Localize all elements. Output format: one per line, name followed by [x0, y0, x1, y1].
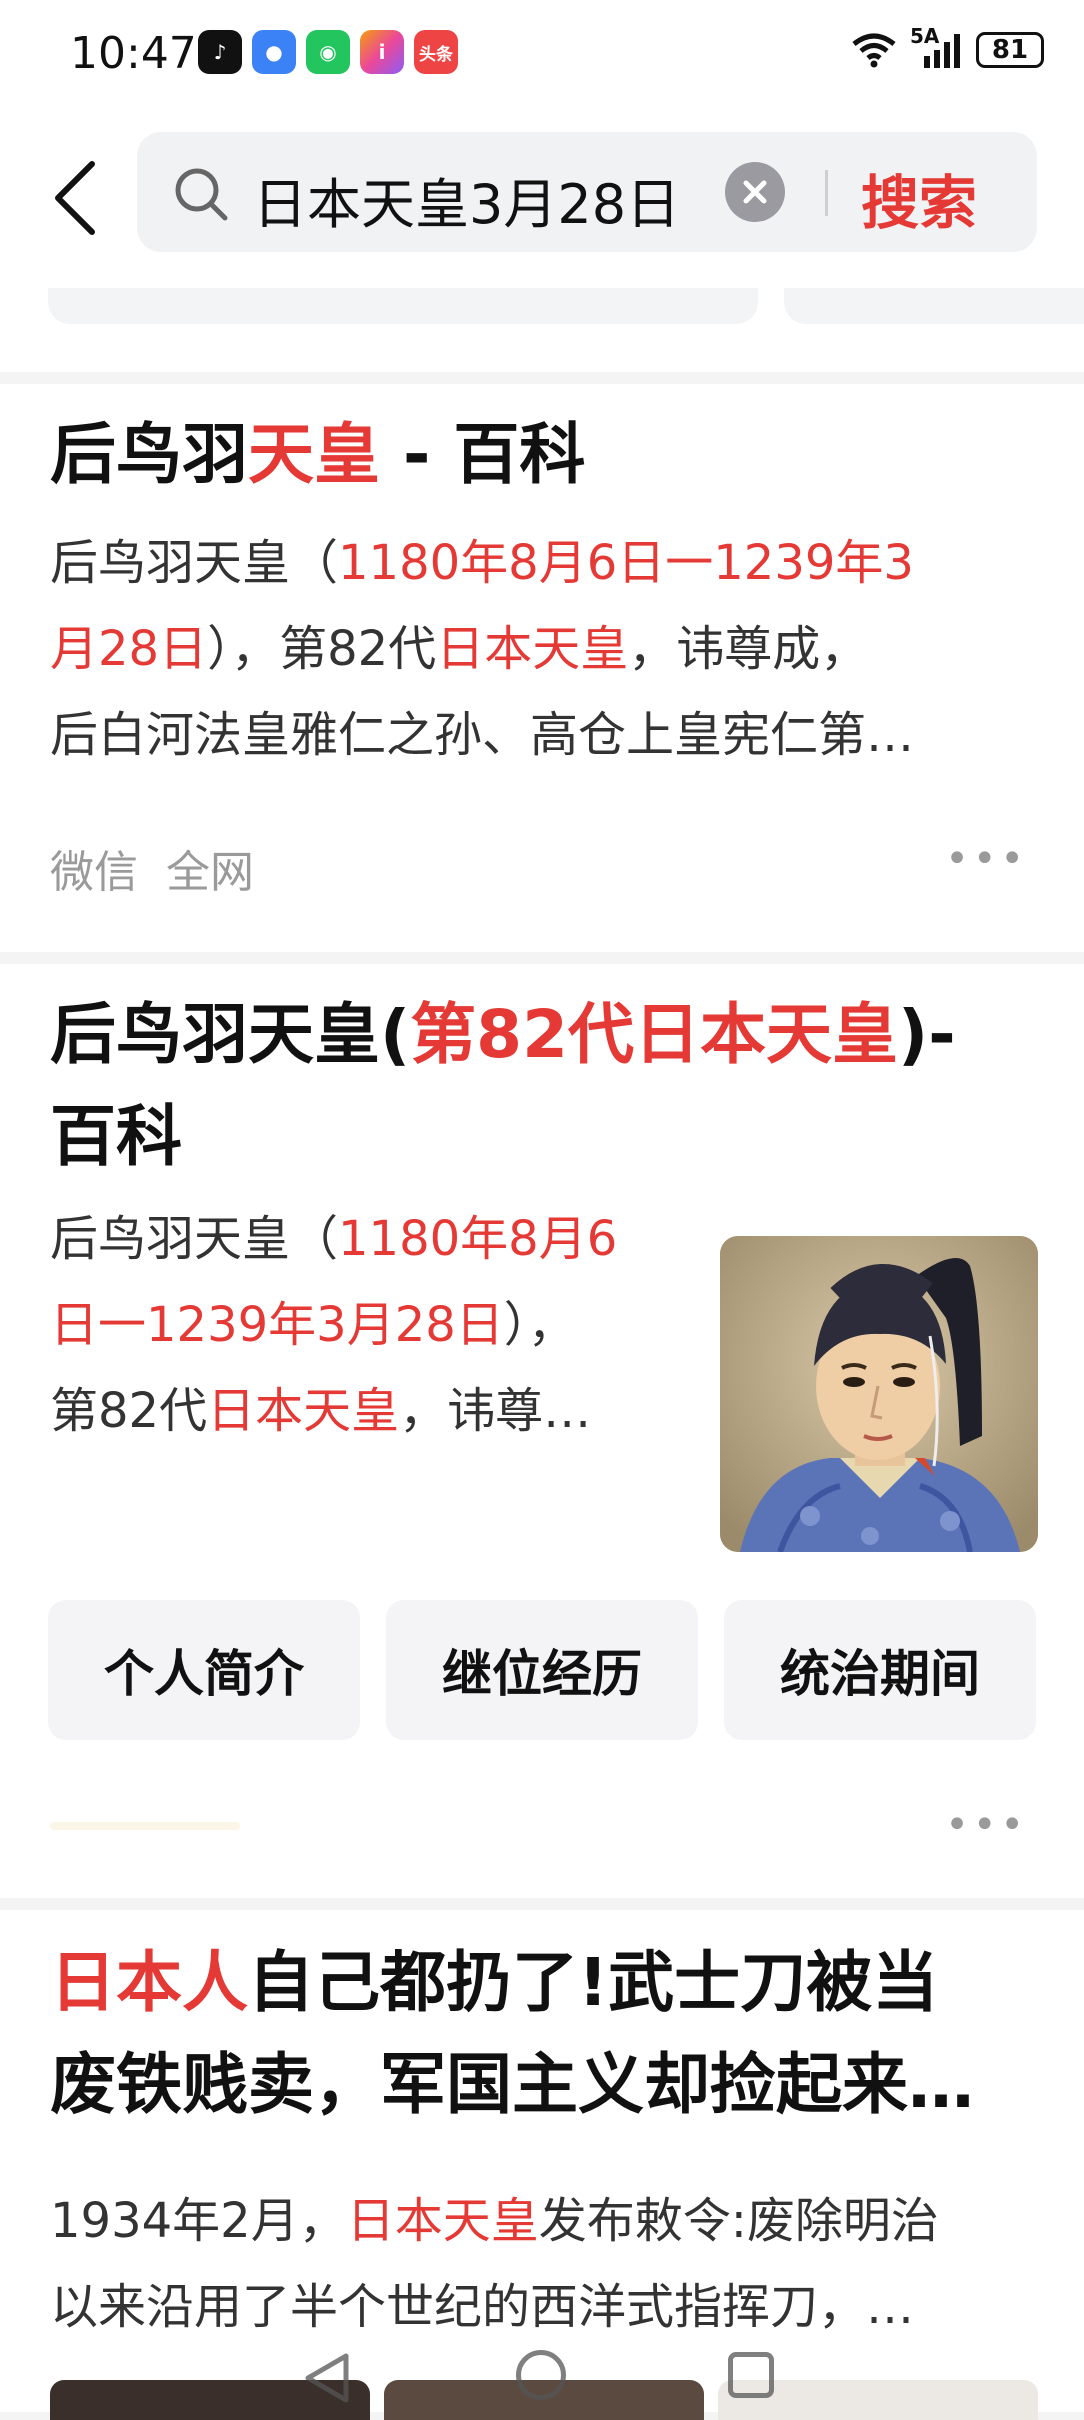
placeholder-line [50, 1822, 240, 1830]
result-snippet: 后鸟羽天皇（1180年8月6日一1239年3 月28日），第82代日本天皇，讳尊… [50, 520, 914, 778]
snippet-line: 日一1239年3月28日）， [50, 1282, 617, 1368]
result-snippet: 后鸟羽天皇（1180年8月6 日一1239年3月28日）， 第82代日本天皇，讳… [50, 1196, 617, 1454]
snippet-highlight: 日一1239年3月28日 [50, 1297, 504, 1353]
snippet-highlight: 日本天皇 [346, 2193, 539, 2249]
emperor-portrait[interactable] [720, 1236, 1038, 1552]
previous-card[interactable] [784, 288, 1084, 324]
toutiao-icon: 头条 [414, 30, 458, 74]
wifi-icon [852, 33, 896, 68]
search-button[interactable]: 搜索 [861, 156, 977, 240]
battery-icon: 81 [976, 32, 1044, 68]
snippet-text: ），第82代 [207, 621, 437, 677]
search-header: 日本天皇3月28日 搜索 [0, 108, 1084, 288]
search-divider [825, 170, 828, 216]
tab-succession[interactable]: 继位经历 [386, 1600, 698, 1740]
thumbnail-image[interactable] [50, 2380, 370, 2420]
title-highlight: 日本人 [50, 1944, 248, 2021]
notification-icons: ♪ ● ◉ i 头条 [198, 30, 458, 74]
title-segment: )- [898, 996, 956, 1073]
result-card[interactable]: 后鸟羽天皇(第82代日本天皇)- 百科 后鸟羽天皇（1180年8月6 日一123… [0, 964, 1084, 1898]
close-icon [743, 180, 767, 204]
snippet-text: 后鸟羽天皇（ [50, 535, 339, 591]
clear-button[interactable] [725, 162, 785, 222]
snippet-line: 后鸟羽天皇（1180年8月6日一1239年3 [50, 520, 914, 606]
snippet-highlight: 月28日 [50, 621, 208, 677]
snippet-text: 发布敕令:废除明治 [538, 2193, 939, 2249]
result-thumbnails [50, 2380, 1038, 2420]
search-query[interactable]: 日本天皇3月28日 [253, 160, 680, 239]
snippet-line: 第82代日本天皇，讳尊… [50, 1368, 617, 1454]
search-input[interactable]: 日本天皇3月28日 搜索 [137, 132, 1037, 252]
snippet-text: 后鸟羽天皇（ [50, 1211, 339, 1267]
more-options-icon[interactable]: ••• [945, 836, 1028, 882]
result-snippet: 1934年2月，日本天皇发布敕令:废除明治 以来沿用了半个世纪的西洋式指挥刀，… [50, 2178, 939, 2350]
result-title[interactable]: 后鸟羽天皇 - 百科 [50, 404, 585, 506]
title-line: 百科 [50, 1086, 956, 1188]
result-source: 微信 全网 [50, 847, 254, 898]
previous-results-strip [0, 288, 1084, 372]
portrait-image [720, 1236, 1038, 1552]
battery-level: 81 [991, 35, 1029, 65]
thumbnail-image[interactable] [718, 2380, 1038, 2420]
previous-card[interactable] [48, 288, 758, 324]
title-line: 日本人自己都扔了!武士刀被当 [50, 1932, 974, 2034]
search-icon [175, 168, 228, 221]
tiktok-icon: ♪ [198, 30, 242, 74]
title-line: 废铁贱卖，军国主义却捡起来… [50, 2034, 974, 2136]
title-highlight: 第82代日本天皇 [410, 996, 899, 1073]
snippet-line: 后鸟羽天皇（1180年8月6 [50, 1196, 617, 1282]
title-line: 后鸟羽天皇(第82代日本天皇)- [50, 984, 956, 1086]
title-segment: 后鸟羽天皇( [50, 996, 411, 1073]
message-icon: ● [252, 30, 296, 74]
result-card[interactable]: 日本人自己都扔了!武士刀被当 废铁贱卖，军国主义却捡起来… 1934年2月，日本… [0, 1910, 1084, 2420]
status-time: 10:47 [70, 28, 197, 79]
snippet-text: ，讳尊… [399, 1383, 592, 1439]
snippet-line: 月28日），第82代日本天皇，讳尊成， [50, 606, 914, 692]
snippet-highlight: 日本天皇 [436, 621, 629, 677]
title-segment: - 百科 [380, 416, 586, 493]
result-card[interactable]: 后鸟羽天皇 - 百科 后鸟羽天皇（1180年8月6日一1239年3 月28日），… [0, 384, 1084, 952]
snippet-text: ）， [503, 1297, 576, 1353]
status-bar: 10:47 ♪ ● ◉ i 头条 5A 81 [0, 0, 1084, 108]
title-segment: 百科 [50, 1098, 182, 1175]
thumbnail-image[interactable] [384, 2380, 704, 2420]
snippet-line: 后白河法皇雅仁之孙、高仓上皇宪仁第… [50, 692, 914, 778]
chevron-left-icon [55, 161, 95, 235]
result-title[interactable]: 后鸟羽天皇(第82代日本天皇)- 百科 [50, 984, 956, 1188]
more-options-icon[interactable]: ••• [945, 1802, 1028, 1848]
snippet-text: 以来沿用了半个世纪的西洋式指挥刀，… [50, 2279, 915, 2335]
instagram-icon: i [360, 30, 404, 74]
tab-reign[interactable]: 统治期间 [724, 1600, 1036, 1740]
title-segment: 自己都扔了!武士刀被当 [248, 1944, 939, 2021]
snippet-highlight: 1180年8月6日一1239年3 [338, 535, 914, 591]
snippet-line: 1934年2月，日本天皇发布敕令:废除明治 [50, 2178, 939, 2264]
back-button[interactable] [48, 158, 108, 238]
title-segment: 后鸟羽 [50, 416, 248, 493]
snippet-highlight: 1180年8月6 [338, 1211, 618, 1267]
snippet-line: 以来沿用了半个世纪的西洋式指挥刀，… [50, 2264, 939, 2350]
snippet-text: 1934年2月， [50, 2193, 347, 2249]
tab-profile[interactable]: 个人简介 [48, 1600, 360, 1740]
result-title[interactable]: 日本人自己都扔了!武士刀被当 废铁贱卖，军国主义却捡起来… [50, 1932, 974, 2136]
snippet-highlight: 日本天皇 [207, 1383, 400, 1439]
title-highlight: 天皇 [248, 416, 380, 493]
status-indicators: 5A 81 [852, 24, 1044, 70]
signal-icon: 5A [910, 24, 962, 70]
wechat-icon: ◉ [306, 30, 350, 74]
title-segment: 废铁贱卖，军国主义却捡起来… [50, 2046, 974, 2123]
snippet-text: ，讳尊成， [628, 621, 869, 677]
snippet-text: 第82代 [50, 1383, 208, 1439]
snippet-text: 后白河法皇雅仁之孙、高仓上皇宪仁第… [50, 707, 915, 763]
